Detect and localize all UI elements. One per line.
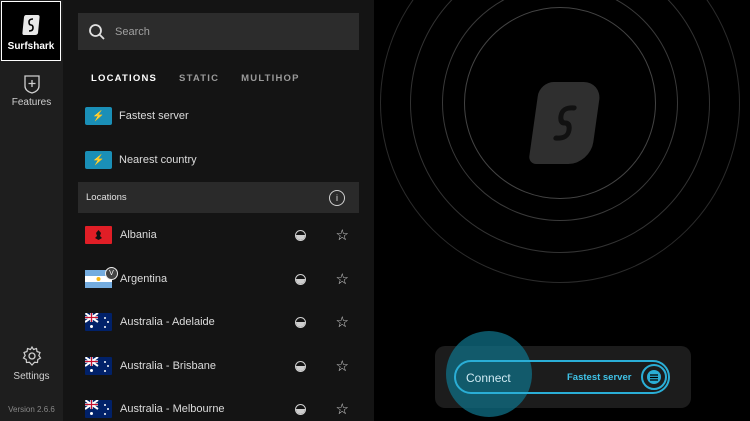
- location-row[interactable]: Australia - Adelaide ☆: [85, 311, 355, 333]
- menu-icon: [647, 370, 661, 384]
- tab-locations[interactable]: LOCATIONS: [91, 73, 157, 84]
- search-placeholder: Search: [115, 25, 150, 38]
- selected-server-label: Fastest server: [567, 372, 632, 383]
- tab-static[interactable]: STATIC: [179, 73, 219, 84]
- nav-surfshark[interactable]: Surfshark: [1, 1, 61, 61]
- server-load-icon: [294, 360, 306, 372]
- favorite-star-icon[interactable]: ☆: [336, 272, 349, 287]
- lightning-icon: ⚡: [85, 107, 112, 125]
- favorite-star-icon[interactable]: ☆: [336, 315, 349, 330]
- search-icon: [89, 23, 105, 40]
- australia-flag-icon: [85, 313, 112, 331]
- virtual-location-badge: V: [105, 267, 118, 280]
- server-load-icon: [294, 316, 306, 328]
- argentina-flag-icon: V: [85, 267, 118, 288]
- location-name: Argentina: [120, 273, 168, 285]
- fastest-server-label: Fastest server: [119, 110, 189, 122]
- australia-flag-icon: [85, 400, 112, 418]
- location-name: Australia - Melbourne: [120, 403, 225, 415]
- server-load-icon: [294, 229, 306, 241]
- nearest-country-item[interactable]: ⚡ Nearest country: [85, 151, 197, 169]
- favorite-star-icon[interactable]: ☆: [336, 228, 349, 243]
- server-load-icon: [294, 403, 306, 415]
- info-icon[interactable]: i: [329, 189, 345, 206]
- locations-panel: Search LOCATIONS STATIC MULTIHOP ⚡ Faste…: [63, 0, 374, 421]
- location-row[interactable]: V Argentina ☆: [85, 267, 355, 290]
- surfshark-logo-icon: [22, 15, 40, 35]
- location-tabs: LOCATIONS STATIC MULTIHOP: [91, 73, 322, 84]
- nav-settings-label: Settings: [13, 371, 50, 382]
- favorite-star-icon[interactable]: ☆: [336, 359, 349, 374]
- tab-multihop[interactable]: MULTIHOP: [241, 73, 300, 84]
- lightning-icon: ⚡: [85, 151, 112, 169]
- shield-plus-icon: [23, 75, 40, 94]
- nav-rail: Surfshark Features Settings Version 2.6.…: [0, 0, 63, 421]
- server-menu-button[interactable]: [641, 364, 667, 390]
- location-row[interactable]: Albania ☆: [85, 224, 355, 246]
- section-title: Locations: [86, 192, 127, 203]
- nav-surfshark-label: Surfshark: [7, 41, 55, 52]
- favorite-star-icon[interactable]: ☆: [336, 402, 349, 417]
- nav-settings[interactable]: Settings: [0, 346, 63, 382]
- location-row[interactable]: Australia - Brisbane ☆: [85, 355, 355, 377]
- location-row[interactable]: Australia - Melbourne ☆: [85, 398, 355, 420]
- search-field[interactable]: Search: [78, 13, 359, 50]
- nav-features[interactable]: Features: [0, 74, 63, 108]
- server-load-icon: [294, 273, 306, 285]
- location-name: Australia - Adelaide: [120, 316, 215, 328]
- gear-icon: [22, 346, 41, 366]
- locations-section-header: Locations i: [78, 182, 359, 213]
- version-label: Version 2.6.6: [8, 405, 55, 414]
- nav-features-label: Features: [11, 97, 52, 108]
- location-name: Albania: [120, 229, 157, 241]
- connect-button-label: Connect: [466, 371, 511, 385]
- australia-flag-icon: [85, 357, 112, 375]
- fastest-server-item[interactable]: ⚡ Fastest server: [85, 107, 189, 125]
- albania-flag-icon: [85, 226, 112, 244]
- nearest-country-label: Nearest country: [119, 154, 197, 166]
- location-name: Australia - Brisbane: [120, 360, 216, 372]
